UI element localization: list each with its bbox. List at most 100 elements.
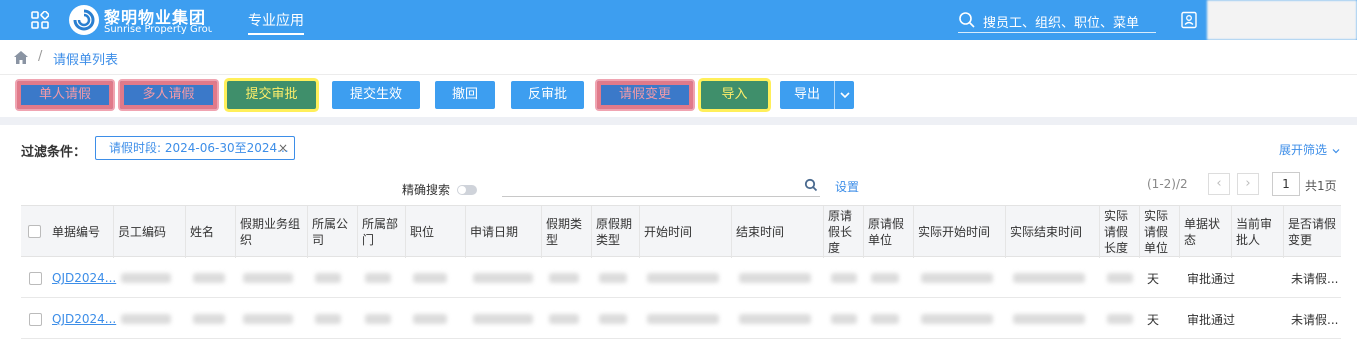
filter-tag-leave-period[interactable]: 请假时段: 2024-06-30至2024... × [95,136,295,160]
column-header[interactable]: 实际请假单位 [1140,206,1180,258]
select-all-checkbox[interactable] [28,225,41,238]
column-header[interactable]: 原请假单位 [864,206,914,258]
search-placeholder: 搜员工、组织、职位、菜单 [983,16,1140,31]
pager-info: (1-2)/2 [1147,177,1188,191]
profile-card-icon[interactable] [1180,11,1198,29]
redacted-cell [921,273,993,283]
leave-change-button[interactable]: 请假变更 [597,81,693,109]
import-button[interactable]: 导入 [701,81,768,109]
table-header: 单据编号 员工编码 姓名 假期业务组织 所属公司 所属部门 职位 申请日期 假期… [21,205,1341,258]
redacted-cell [473,314,533,324]
multi-leave-button[interactable]: 多人请假 [120,81,217,109]
column-header[interactable]: 申请日期 [466,206,542,258]
redacted-cell [193,273,225,283]
search-icon[interactable] [804,178,818,192]
top-bar: 黎明物业集团 Sunrise Property Group 专业应用 搜员工、组… [0,0,1357,40]
redacted-cell [831,314,857,324]
page-number-input[interactable]: 1 [1272,172,1300,196]
column-header[interactable]: 原假期类型 [592,206,640,258]
redacted-cell [413,314,447,324]
column-header[interactable]: 姓名 [186,206,236,258]
single-leave-button[interactable]: 单人请假 [17,81,113,109]
redacted-cell [365,314,391,324]
leave-change-cell: 未请假... [1291,271,1339,286]
redacted-cell [315,273,341,283]
table-row[interactable]: QJD2024... 天 审批通过 未请假... [21,258,1341,298]
breadcrumb-current[interactable]: 请假单列表 [53,49,118,68]
doc-number-link[interactable]: QJD2024... [52,312,116,326]
redacted-cell [599,314,627,324]
column-header[interactable]: 所属公司 [308,206,358,258]
settings-link[interactable]: 设置 [835,178,859,195]
submit-approval-button[interactable]: 提交审批 [227,81,316,109]
expand-filter-label: 展开筛选 [1279,143,1328,157]
column-header[interactable]: 当前审批人 [1232,206,1284,258]
company-name-en: Sunrise Property Group [104,24,212,35]
redacted-cell [243,314,293,324]
column-header[interactable]: 结束时间 [732,206,824,258]
column-header[interactable]: 实际开始时间 [914,206,1006,258]
chevron-down-icon [1332,148,1340,153]
column-header[interactable]: 实际请假长度 [1100,206,1140,258]
redacted-cell [473,273,533,283]
redacted-cell [121,273,171,283]
export-dropdown-toggle[interactable] [834,81,854,109]
redacted-cell [739,314,811,324]
status-cell: 审批通过 [1187,312,1236,327]
redacted-cell [647,314,719,324]
column-header[interactable]: 原请假长度 [824,206,864,258]
redacted-cell [739,273,811,283]
column-header[interactable]: 假期业务组织 [236,206,308,258]
redacted-cell [365,273,391,283]
doc-number-link[interactable]: QJD2024... [52,271,116,285]
app-grid-icon[interactable] [31,11,49,29]
list-search-input[interactable] [502,177,820,197]
leave-change-cell: 未请假... [1291,312,1339,327]
redacted-cell [243,273,293,283]
column-header[interactable]: 实际结束时间 [1006,206,1100,258]
column-header[interactable]: 开始时间 [640,206,732,258]
prev-page-button[interactable]: ‹ [1208,173,1230,195]
withdraw-button[interactable]: 撤回 [435,81,495,109]
redacted-cell [599,273,627,283]
column-header[interactable]: 所属部门 [358,206,406,258]
redacted-cell [121,314,171,324]
redacted-cell [647,273,719,283]
section-divider [0,117,1357,125]
pager-total: 共1页 [1305,179,1337,193]
exact-search-toggle[interactable] [457,185,477,195]
column-header[interactable]: 职位 [406,206,466,258]
filter-label: 过滤条件： [21,145,87,160]
search-icon [959,12,975,28]
redacted-cell [549,314,579,324]
next-page-button[interactable]: › [1237,173,1259,195]
redacted-cell [1107,314,1133,324]
redacted-cell [871,273,899,283]
close-icon[interactable]: × [278,137,288,159]
column-header[interactable]: 假期类型 [542,206,592,258]
column-header[interactable]: 员工编码 [114,206,186,258]
expand-filter-link[interactable]: 展开筛选 [1279,141,1341,158]
column-header[interactable]: 是否请假变更 [1284,206,1341,258]
home-icon[interactable] [13,50,29,65]
redacted-cell [549,273,579,283]
redacted-cell [871,314,899,324]
table-row[interactable]: QJD2024... 天 审批通过 未请假... [21,299,1341,339]
unit-cell: 天 [1147,312,1160,327]
chevron-down-icon [840,92,850,99]
column-header[interactable]: 单据状态 [1180,206,1232,258]
submit-effective-button[interactable]: 提交生效 [332,81,420,109]
redacted-cell [1013,314,1085,324]
redacted-cell [831,273,857,283]
unit-cell: 天 [1147,271,1160,286]
global-search[interactable]: 搜员工、组织、职位、菜单 [958,9,1156,33]
row-checkbox[interactable] [29,272,42,285]
nav-tab-professional-apps[interactable]: 专业应用 [248,10,304,35]
exact-search-label: 精确搜索 [402,183,451,197]
export-button[interactable]: 导出 [780,81,834,109]
reverse-approval-button[interactable]: 反审批 [511,81,584,109]
redacted-cell [193,314,225,324]
column-header[interactable]: 单据编号 [48,206,114,258]
redacted-cell [413,273,447,283]
row-checkbox[interactable] [29,313,42,326]
